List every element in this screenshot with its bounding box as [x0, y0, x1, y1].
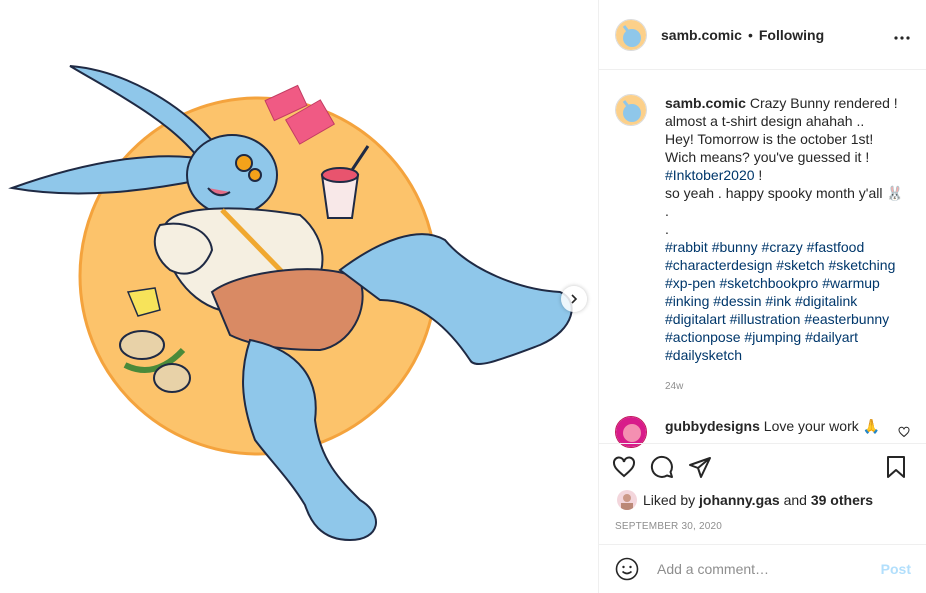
post-date[interactable]: SEPTEMBER 30, 2020	[615, 521, 722, 532]
hashtag-link[interactable]: #illustration	[730, 311, 801, 327]
hashtag-link[interactable]: #easterbunny	[804, 311, 889, 327]
hashtag-link[interactable]: #characterdesign	[665, 257, 772, 273]
hashtag-link[interactable]: #dessin	[713, 293, 761, 309]
more-options-button[interactable]	[894, 23, 910, 46]
hashtag-link[interactable]: #ink	[765, 293, 791, 309]
heart-icon	[898, 426, 910, 438]
post-details-panel: samb.comic • Following samb.comic Crazy …	[598, 0, 926, 593]
save-button[interactable]	[885, 455, 907, 479]
hashtag-link[interactable]: #dailyart	[805, 329, 858, 345]
hashtag-link[interactable]: #fastfood	[807, 239, 865, 255]
add-comment-bar: Post	[599, 544, 926, 593]
caption-line: !	[754, 167, 763, 183]
comment-body: Love your work 🙏	[763, 418, 881, 434]
caption-line: Wich means? you've guessed it !	[665, 149, 870, 165]
heart-icon	[613, 456, 635, 478]
commenter-username[interactable]: gubbydesigns	[665, 418, 760, 434]
likes-summary: Liked by johanny.gas and 39 others	[617, 490, 873, 510]
comment-input[interactable]	[655, 560, 881, 578]
separator-dot: •	[747, 26, 753, 43]
author-avatar[interactable]	[615, 18, 647, 51]
hashtag-link[interactable]: #inking	[665, 293, 709, 309]
caption-line: Hey! Tomorrow is the october 1st!	[665, 131, 874, 147]
caption-avatar[interactable]	[615, 94, 647, 126]
hashtag-link[interactable]: #crazy	[762, 239, 803, 255]
hashtag-link[interactable]: #sketching	[828, 257, 895, 273]
post-image[interactable]	[0, 0, 598, 593]
liker-avatar[interactable]	[617, 490, 637, 510]
caption-line: so yeah . happy spooky month y'all 🐰	[665, 185, 904, 201]
hashtag-link[interactable]: #sketch	[776, 257, 824, 273]
hashtag-link[interactable]: #digitalink	[795, 293, 857, 309]
caption-text: samb.comic Crazy Bunny rendered ! almost…	[665, 94, 915, 396]
caption-dot: .	[665, 203, 669, 219]
caption-dot: .	[665, 221, 669, 237]
more-horizontal-icon	[894, 36, 910, 40]
comment-button[interactable]	[649, 455, 675, 479]
caption-username[interactable]: samb.comic	[665, 95, 746, 111]
hashtag-link[interactable]: #dailysketch	[665, 347, 742, 363]
likes-mid: and	[779, 492, 811, 508]
hashtag-link[interactable]: #warmup	[822, 275, 880, 291]
comment-text: gubbydesigns Love your work 🙏	[665, 417, 880, 435]
hashtag-link[interactable]: #Inktober2020	[665, 167, 755, 183]
chevron-right-icon	[571, 294, 578, 304]
post-actions	[599, 443, 926, 490]
post-comment-button[interactable]: Post	[881, 561, 911, 577]
hashtag-link[interactable]: #bunny	[712, 239, 758, 255]
hashtag-list: #rabbit #bunny #crazy #fastfood #charact…	[665, 239, 895, 363]
hashtag-link[interactable]: #xp-pen	[665, 275, 716, 291]
comment-like-button[interactable]	[898, 425, 910, 443]
smiley-icon	[615, 557, 639, 581]
next-image-button[interactable]	[561, 286, 587, 312]
paper-plane-icon	[689, 457, 711, 478]
comment-icon	[650, 455, 673, 478]
hashtag-link[interactable]: #rabbit	[665, 239, 708, 255]
hashtag-link[interactable]: #actionpose	[665, 329, 741, 345]
post-header: samb.comic • Following	[599, 0, 926, 70]
caption-time[interactable]: 24w	[665, 378, 915, 396]
author-username[interactable]: samb.comic	[661, 27, 742, 43]
bunny-illustration	[8, 65, 573, 542]
hashtag-link[interactable]: #jumping	[744, 329, 801, 345]
like-button[interactable]	[611, 455, 637, 479]
likes-prefix: Liked by	[643, 492, 700, 508]
liker-username[interactable]: johanny.gas	[699, 492, 780, 508]
caption: samb.comic Crazy Bunny rendered ! almost…	[615, 94, 915, 396]
hashtag-link[interactable]: #digitalart	[665, 311, 726, 327]
others-likes-link[interactable]: 39 others	[811, 492, 873, 508]
share-button[interactable]	[687, 455, 713, 479]
emoji-button[interactable]	[615, 557, 639, 581]
following-button[interactable]: Following	[759, 27, 824, 43]
bookmark-icon	[887, 456, 905, 478]
hashtag-link[interactable]: #sketchbookpro	[719, 275, 818, 291]
